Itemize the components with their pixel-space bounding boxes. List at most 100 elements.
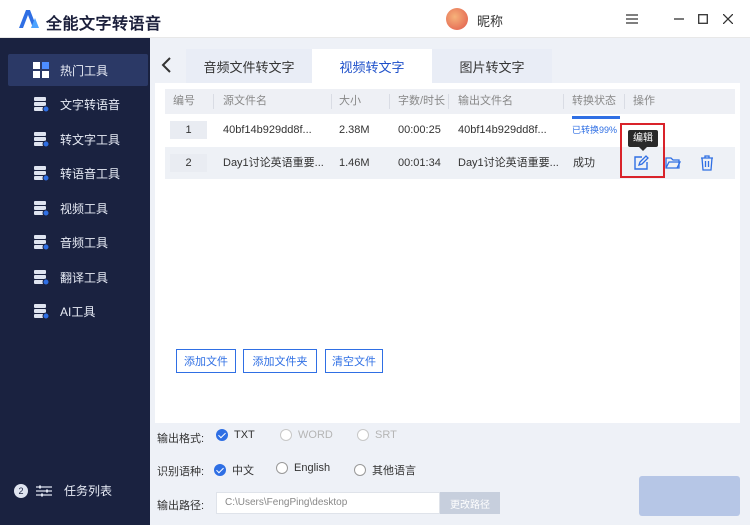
- add-file-button[interactable]: 添加文件: [176, 349, 236, 373]
- status-text: 成功: [573, 157, 595, 169]
- radio-check-icon: [216, 429, 228, 441]
- start-convert-button[interactable]: [639, 476, 740, 516]
- close-button[interactable]: [718, 9, 738, 29]
- sidebar-item-translate-tools[interactable]: 翻译工具: [8, 261, 148, 293]
- sidebar-item-to-speech-tools[interactable]: 转语音工具: [8, 157, 148, 189]
- source-filename: Day1讨论英语重要...: [223, 157, 324, 169]
- col-header-size: 大小: [339, 95, 361, 107]
- progress-fill: [572, 116, 620, 119]
- main-area: 音频文件转文字 视频转文字 图片转文字 编号 源文件名 大小 字数/时长 输出文…: [150, 38, 750, 525]
- stack-icon: [34, 304, 49, 319]
- add-folder-button[interactable]: 添加文件夹: [243, 349, 317, 373]
- stack-icon: [34, 235, 49, 250]
- clear-files-button[interactable]: 清空文件: [325, 349, 383, 373]
- maximize-icon: [698, 14, 708, 24]
- change-path-button[interactable]: 更改路径: [440, 492, 500, 514]
- table-header: 编号 源文件名 大小 字数/时长 输出文件名 转换状态 操作: [165, 89, 735, 114]
- radio-label: English: [294, 462, 331, 474]
- conversion-progress: 已转换99%: [572, 116, 620, 136]
- folder-icon[interactable]: [665, 155, 681, 171]
- sidebar-item-label: 热门工具: [60, 63, 109, 78]
- sidebar-item-hot-tools[interactable]: 热门工具: [8, 54, 148, 86]
- progress-text: 已转换99%: [572, 125, 618, 135]
- task-list-label: 任务列表: [64, 484, 113, 498]
- lang-other-radio[interactable]: 其他语言: [354, 462, 416, 478]
- grid-icon: [33, 62, 49, 78]
- output-format-label: 输出格式:: [157, 433, 205, 445]
- radio-circle-icon: [354, 464, 366, 476]
- radio-label: 其他语言: [372, 465, 416, 477]
- sidebar-item-label: 转语音工具: [60, 166, 121, 181]
- col-header-duration: 字数/时长: [398, 95, 446, 107]
- app-logo-icon: [19, 10, 39, 28]
- row-number: 2: [170, 154, 207, 172]
- title-bar: 全能文字转语音 昵称: [0, 0, 750, 38]
- sidebar-item-video-tools[interactable]: 视频工具: [8, 192, 148, 224]
- col-header-source: 源文件名: [223, 95, 267, 107]
- menu-button[interactable]: [622, 9, 642, 29]
- chevron-left-icon: [161, 57, 171, 73]
- edit-tooltip: 编辑: [628, 130, 658, 151]
- radio-label: WORD: [298, 429, 333, 441]
- file-duration: 00:01:34: [398, 157, 441, 169]
- output-filename: 40bf14b929dd8f...: [458, 124, 547, 136]
- row-number: 1: [170, 121, 207, 139]
- file-size: 2.38M: [339, 124, 370, 136]
- col-header-number: 编号: [173, 95, 195, 107]
- col-header-actions: 操作: [633, 95, 655, 107]
- sidebar-item-label: 音频工具: [60, 235, 109, 250]
- tab-audio-to-text[interactable]: 音频文件转文字: [186, 49, 312, 83]
- sidebar-item-label: 转文字工具: [60, 132, 121, 147]
- file-duration: 00:00:25: [398, 124, 441, 136]
- stack-icon: [34, 132, 49, 147]
- task-count-badge: 2: [14, 483, 28, 498]
- output-path-label: 输出路径:: [157, 500, 205, 512]
- sidebar-item-text-to-speech[interactable]: 文字转语音: [8, 88, 148, 120]
- radio-label: 中文: [232, 465, 254, 477]
- language-label: 识别语种:: [157, 466, 205, 478]
- sidebar-item-to-text-tools[interactable]: 转文字工具: [8, 123, 148, 155]
- sidebar-item-audio-tools[interactable]: 音频工具: [8, 226, 148, 258]
- radio-circle-icon: [276, 462, 288, 474]
- lang-english-radio[interactable]: English: [276, 462, 330, 474]
- sidebar-item-label: 翻译工具: [60, 270, 109, 285]
- tab-image-to-text[interactable]: 图片转文字: [432, 49, 552, 83]
- file-size: 1.46M: [339, 157, 370, 169]
- stack-icon: [34, 166, 49, 181]
- radio-circle-icon: [357, 429, 369, 441]
- output-path-input[interactable]: C:\Users\FengPing\desktop: [216, 492, 440, 514]
- app-title: 全能文字转语音: [46, 16, 162, 33]
- sidebar: 热门工具 文字转语音 转文字工具 转语音工具 视频工具 音频工具 翻译工具 AI…: [0, 38, 150, 525]
- minimize-button[interactable]: [669, 9, 689, 29]
- user-nickname[interactable]: 昵称: [477, 11, 503, 30]
- lang-chinese-radio[interactable]: 中文: [214, 462, 254, 478]
- sidebar-item-label: AI工具: [60, 304, 96, 319]
- sidebar-item-label: 文字转语音: [60, 97, 121, 112]
- back-button[interactable]: [159, 55, 175, 75]
- col-header-output: 输出文件名: [458, 95, 513, 107]
- maximize-button[interactable]: [693, 9, 713, 29]
- radio-label: SRT: [375, 429, 397, 441]
- format-word-radio[interactable]: WORD: [280, 429, 333, 441]
- trash-icon[interactable]: [699, 155, 715, 171]
- user-avatar[interactable]: [446, 8, 468, 30]
- col-header-status: 转换状态: [572, 95, 616, 107]
- stack-icon: [34, 201, 49, 216]
- format-txt-radio[interactable]: TXT: [216, 429, 255, 441]
- radio-circle-icon: [280, 429, 292, 441]
- tab-bar: 音频文件转文字 视频转文字 图片转文字: [186, 49, 552, 83]
- task-list-button[interactable]: 2 任务列表: [14, 482, 112, 499]
- radio-check-icon: [214, 464, 226, 476]
- stack-icon: [34, 97, 49, 112]
- close-icon: [723, 14, 733, 24]
- hamburger-icon: [626, 14, 638, 24]
- source-filename: 40bf14b929dd8f...: [223, 124, 312, 136]
- stack-icon: [34, 270, 49, 285]
- tab-video-to-text[interactable]: 视频转文字: [312, 49, 432, 83]
- sidebar-item-label: 视频工具: [60, 201, 109, 216]
- format-srt-radio[interactable]: SRT: [357, 429, 397, 441]
- minimize-icon: [674, 18, 684, 20]
- output-filename: Day1讨论英语重要...: [458, 157, 559, 169]
- sidebar-item-ai-tools[interactable]: AI工具: [8, 295, 148, 327]
- radio-label: TXT: [234, 429, 255, 441]
